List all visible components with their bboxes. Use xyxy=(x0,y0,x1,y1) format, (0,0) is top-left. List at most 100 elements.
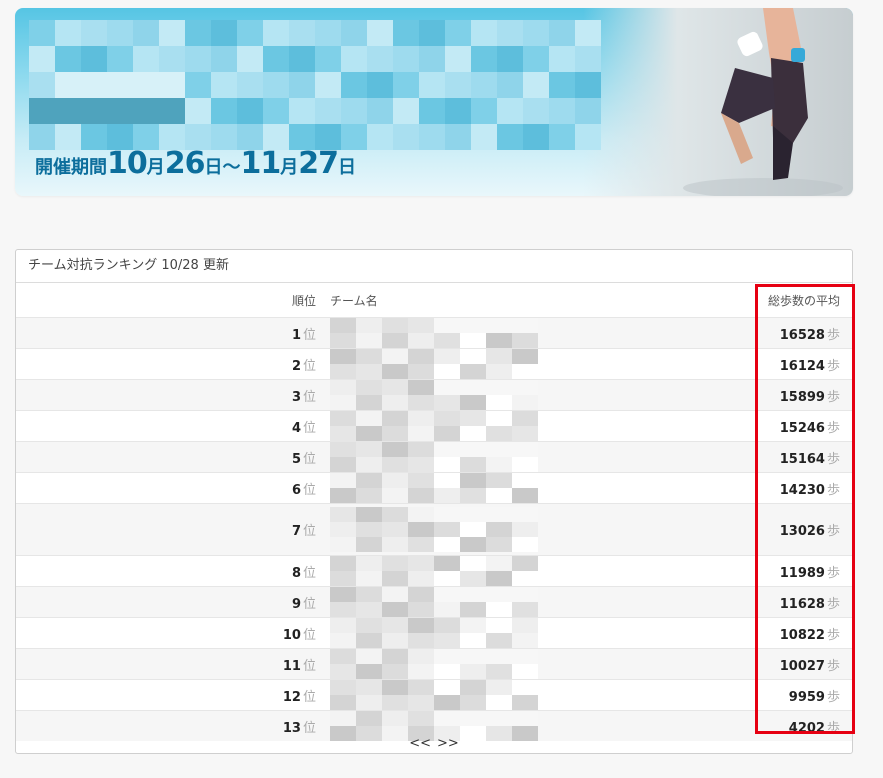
avg-steps-value: 10027 xyxy=(779,658,825,674)
step-unit: 歩 xyxy=(826,689,840,705)
avg-steps-cell: 9959 歩 xyxy=(744,680,852,711)
event-banner: 開催期間10月26日〜11月27日 xyxy=(15,8,853,196)
avg-steps-value: 13026 xyxy=(779,524,825,539)
rank-suffix: 位 xyxy=(302,327,316,343)
pager: << >> xyxy=(16,736,852,751)
team-name-cell xyxy=(322,504,744,556)
rank-cell: 5位 xyxy=(16,442,322,473)
avg-steps-value: 15246 xyxy=(779,420,825,436)
rank-cell: 8位 xyxy=(16,556,322,587)
month-unit: 月 xyxy=(280,157,299,178)
event-period: 開催期間10月26日〜11月27日 xyxy=(35,146,356,181)
ranking-row: 7 位 13026 歩 xyxy=(16,503,852,556)
ranking-header-row: 順位 チーム名 総歩数の平均 xyxy=(16,283,852,318)
blurred-team-name xyxy=(330,507,744,552)
rank-suffix: 位 xyxy=(302,420,316,436)
rank-number: 11 xyxy=(282,658,301,674)
step-unit: 歩 xyxy=(826,389,840,405)
team-name-cell xyxy=(322,556,744,587)
blurred-team-name xyxy=(330,556,744,586)
avg-steps-cell: 10822 歩 xyxy=(744,618,852,649)
rank-cell: 6位 xyxy=(16,473,322,504)
rank-suffix: 位 xyxy=(302,524,316,539)
day-unit: 日 xyxy=(338,157,356,178)
ranking-row: 12 位 9959 歩 xyxy=(16,679,852,711)
avg-steps-cell: 11989 歩 xyxy=(744,556,852,587)
rank-suffix: 位 xyxy=(302,596,316,612)
rank-suffix: 位 xyxy=(302,565,316,581)
avg-steps-cell: 15899 歩 xyxy=(744,380,852,411)
team-name-cell xyxy=(322,473,744,504)
month-unit: 月 xyxy=(146,157,165,178)
avg-steps-cell: 15246 歩 xyxy=(744,411,852,442)
end-day: 27 xyxy=(298,146,339,181)
avg-steps-value: 9959 xyxy=(788,689,825,705)
avg-steps-cell: 16124 歩 xyxy=(744,349,852,380)
team-name-cell xyxy=(322,587,744,618)
team-ranking-panel: チーム対抗ランキング 10/28 更新 順位 チーム名 総歩数の平均 1 位 165… xyxy=(15,249,853,754)
rank-cell: 9位 xyxy=(16,587,322,618)
rank-cell: 7位 xyxy=(16,504,322,556)
rank-number: 3 xyxy=(291,389,301,405)
avg-steps-cell: 10027 歩 xyxy=(744,649,852,680)
ranking-row: 1 位 16528 歩 xyxy=(16,317,852,349)
rank-number: 6 xyxy=(291,482,301,498)
start-month: 10 xyxy=(107,146,148,181)
avg-steps-cell: 11628 歩 xyxy=(744,587,852,618)
step-unit: 歩 xyxy=(826,327,840,343)
rank-column-header: 順位 xyxy=(291,293,316,308)
prev-page-link[interactable]: << xyxy=(409,736,431,751)
avg-steps-cell: 14230 歩 xyxy=(744,473,852,504)
team-name-cell xyxy=(322,411,744,442)
rank-number: 13 xyxy=(282,720,301,736)
rank-suffix: 位 xyxy=(302,482,316,498)
ranking-row: 5 位 15164 歩 xyxy=(16,441,852,473)
blurred-team-name xyxy=(330,587,744,617)
team-name-cell xyxy=(322,618,744,649)
avg-steps-cell: 13026 歩 xyxy=(744,504,852,556)
avg-steps-value: 10822 xyxy=(779,627,825,643)
blurred-team-name xyxy=(330,349,744,379)
rank-number: 1 xyxy=(291,327,301,343)
step-unit: 歩 xyxy=(826,720,840,736)
range-separator: 〜 xyxy=(222,157,241,178)
avg-steps-column-header: 総歩数の平均 xyxy=(767,293,840,308)
avg-steps-value: 14230 xyxy=(779,482,825,498)
rank-suffix: 位 xyxy=(302,358,316,374)
ranking-row: 9 位 11628 歩 xyxy=(16,586,852,618)
rank-number: 7 xyxy=(291,524,301,539)
rank-cell: 2位 xyxy=(16,349,322,380)
next-page-link[interactable]: >> xyxy=(437,736,459,751)
rank-suffix: 位 xyxy=(302,689,316,705)
avg-steps-value: 15164 xyxy=(779,451,825,467)
rank-number: 8 xyxy=(291,565,301,581)
rank-cell: 3位 xyxy=(16,380,322,411)
ranking-row: 3 位 15899 歩 xyxy=(16,379,852,411)
blurred-team-name xyxy=(330,649,744,679)
step-unit: 歩 xyxy=(826,358,840,374)
rank-number: 2 xyxy=(291,358,301,374)
rank-cell: 12 位 xyxy=(16,680,322,711)
rank-number: 4 xyxy=(291,420,301,436)
team-name-cell xyxy=(322,442,744,473)
rank-cell: 4位 xyxy=(16,411,322,442)
day-unit: 日 xyxy=(204,157,223,178)
step-unit: 歩 xyxy=(826,451,840,467)
team-name-cell xyxy=(322,349,744,380)
rank-cell: 1位 xyxy=(16,318,322,349)
team-name-cell xyxy=(322,318,744,349)
step-unit: 歩 xyxy=(826,482,840,498)
runner-illustration xyxy=(683,8,843,196)
ranking-table: 順位 チーム名 総歩数の平均 1 位 16528 歩 2 位 16124 歩 3 位 15899 歩 4… xyxy=(16,283,852,741)
start-day: 26 xyxy=(164,146,206,181)
avg-steps-value: 16124 xyxy=(779,358,825,374)
avg-steps-value: 4202 xyxy=(788,720,825,736)
step-unit: 歩 xyxy=(826,658,840,674)
avg-steps-cell: 15164 歩 xyxy=(744,442,852,473)
avg-steps-value: 15899 xyxy=(779,389,825,405)
blurred-team-name xyxy=(330,318,744,348)
team-name-cell xyxy=(322,380,744,411)
team-column-header: チーム名 xyxy=(330,293,378,308)
blurred-event-title xyxy=(29,20,601,150)
rank-suffix: 位 xyxy=(302,451,316,467)
